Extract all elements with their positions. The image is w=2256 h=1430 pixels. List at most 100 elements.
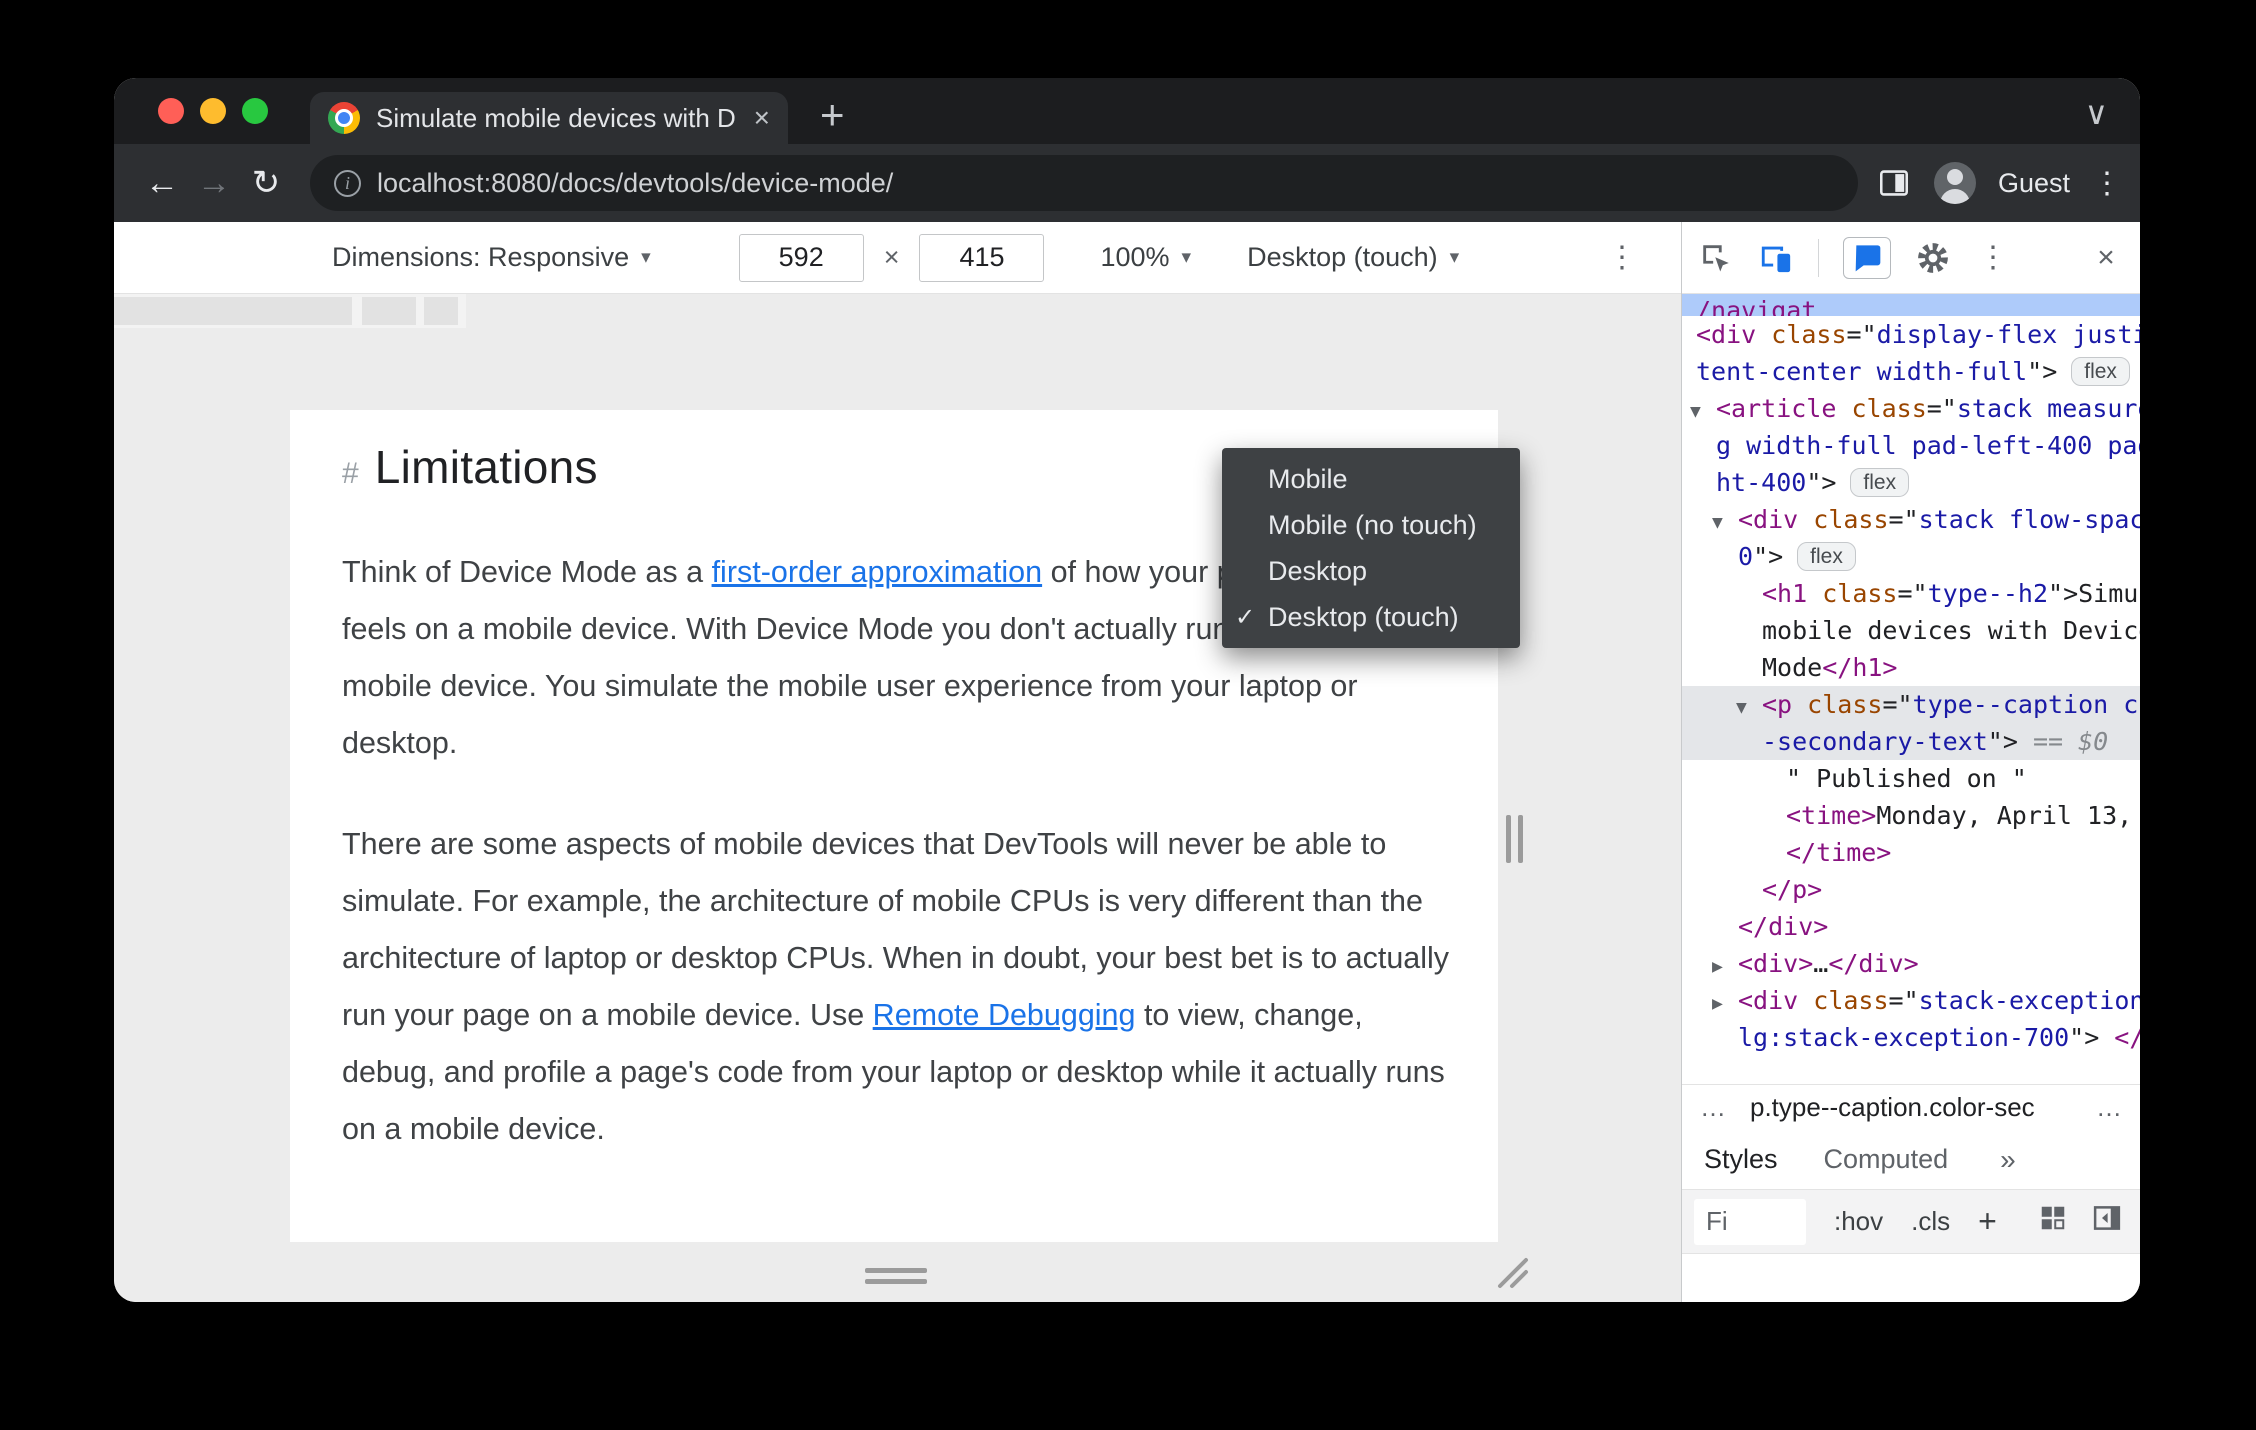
device-toolbar: Dimensions: Responsive ▾ 592 × 415 100% … — [114, 222, 1681, 294]
side-panel-icon[interactable] — [1876, 165, 1912, 201]
expand-arrow-icon[interactable]: ▶ — [1712, 948, 1738, 982]
back-button[interactable]: ← — [136, 164, 188, 203]
flex-badge[interactable]: flex — [1850, 468, 1910, 497]
navigation-bar: ← → ↻ i localhost:8080/docs/devtools/dev… — [114, 144, 2140, 222]
sidebar-tabs: Styles Computed » — [1682, 1130, 2140, 1190]
viewport-resize-handle-bottom[interactable] — [865, 1268, 927, 1284]
breadcrumb-overflow-left[interactable]: … — [1700, 1092, 1726, 1123]
dom-node-line[interactable]: <h1 class="type--h2">Simu — [1682, 575, 2140, 612]
code-token: class — [1822, 579, 1898, 608]
chrome-favicon — [328, 102, 360, 134]
dom-node-line[interactable]: 0"> flex — [1682, 538, 2140, 575]
close-tab-icon[interactable]: × — [754, 102, 770, 134]
tab-search-chevron-icon[interactable]: ∨ — [2085, 94, 2108, 132]
close-window-button[interactable] — [158, 98, 184, 124]
option-label: Mobile — [1268, 463, 1348, 494]
dom-node-line[interactable]: ▶ <div class="stack-exception- — [1682, 982, 2140, 1019]
dom-node-line[interactable]: lg:stack-exception-700"> </ — [1682, 1019, 2140, 1056]
dom-node-line[interactable]: tent-center width-full"> flex — [1682, 353, 2140, 390]
close-devtools-button[interactable]: × — [2088, 240, 2124, 276]
breadcrumb-overflow-right[interactable]: … — [2096, 1092, 2122, 1123]
collapse-arrow-icon[interactable]: ▼ — [1736, 689, 1762, 723]
code-token: lg:stack-exception-700 — [1738, 1023, 2070, 1052]
dom-node-line[interactable]: " Published on " — [1682, 760, 2140, 797]
show-sidebar-icon[interactable] — [2092, 1203, 2122, 1240]
profile-avatar[interactable] — [1933, 162, 1976, 204]
code-token: <div — [1738, 505, 1799, 534]
code-token: =" — [1888, 505, 1919, 534]
page-link[interactable]: Remote Debugging — [873, 998, 1136, 1032]
dom-node-line[interactable]: </time> — [1682, 834, 2140, 871]
heading-anchor-hash[interactable]: # — [342, 457, 359, 491]
console-messages-button[interactable] — [1843, 236, 1891, 279]
height-input[interactable]: 415 — [919, 233, 1045, 282]
device-type-option[interactable]: Mobile — [1222, 456, 1520, 502]
toggle-class-button[interactable]: .cls — [1911, 1206, 1950, 1237]
dom-node-line[interactable]: <div class="display-flex justif — [1682, 316, 2140, 353]
code-token: =" — [1926, 394, 1957, 423]
dom-node-line[interactable]: </div> — [1682, 908, 2140, 945]
ruler-segment — [362, 297, 416, 325]
flex-badge[interactable]: flex — [2071, 357, 2130, 386]
browser-menu-button[interactable]: ⋮ — [2092, 166, 2122, 201]
toolbar-divider — [1818, 238, 1819, 277]
width-input[interactable]: 592 — [738, 233, 864, 282]
dom-node-line[interactable]: Mode</h1> — [1682, 649, 2140, 686]
dom-node-line[interactable]: ▼ <div class="stack flow-spac — [1682, 501, 2140, 538]
address-bar[interactable]: i localhost:8080/docs/devtools/device-mo… — [310, 155, 1858, 211]
viewport-resize-handle-corner[interactable] — [1492, 1252, 1530, 1295]
rendering-grid-icon[interactable] — [2038, 1203, 2068, 1240]
browser-tab[interactable]: Simulate mobile devices with D × — [310, 92, 788, 144]
dom-node-line[interactable]: ▶ <div>…</div> — [1682, 945, 2140, 982]
expand-arrow-icon[interactable]: ▶ — [1712, 985, 1738, 1019]
styles-filter-bar: Fi :hov .cls + — [1682, 1190, 2140, 1254]
collapse-arrow-icon[interactable]: ▼ — [1690, 393, 1716, 427]
dom-breadcrumbs: … p.type--caption.color-sec … — [1682, 1084, 2140, 1130]
breadcrumb-selected[interactable]: p.type--caption.color-sec — [1750, 1092, 2035, 1123]
dom-node-line[interactable]: /navigat — [1682, 294, 2140, 316]
maximize-window-button[interactable] — [242, 98, 268, 124]
viewport-resize-handle-right[interactable] — [1506, 815, 1523, 863]
dom-node-line[interactable]: </p> — [1682, 871, 2140, 908]
zoom-select[interactable]: 100% ▾ — [1100, 242, 1191, 273]
dom-node-line[interactable]: g width-full pad-left-400 pad — [1682, 427, 2140, 464]
device-type-option[interactable]: ✓ Desktop (touch) — [1222, 594, 1520, 640]
device-type-select[interactable]: Desktop (touch) ▾ — [1247, 242, 1459, 273]
checkmark-icon: ✓ — [1234, 603, 1256, 631]
toggle-device-toolbar-icon[interactable] — [1758, 240, 1794, 276]
option-label: Desktop (touch) — [1268, 601, 1459, 632]
site-info-icon[interactable]: i — [334, 169, 361, 197]
inspect-element-icon[interactable] — [1698, 240, 1734, 276]
forward-button[interactable]: → — [188, 164, 240, 203]
styles-filter-input[interactable]: Fi — [1694, 1198, 1806, 1245]
code-token: stack flow-spac — [1918, 505, 2140, 534]
dom-node-line[interactable]: ht-400"> flex — [1682, 464, 2140, 501]
device-toolbar-menu-button[interactable]: ⋮ — [1607, 240, 1637, 275]
collapse-arrow-icon[interactable]: ▼ — [1712, 504, 1738, 538]
dom-node-line[interactable]: -secondary-text"> == $0 — [1682, 723, 2140, 760]
flex-badge[interactable]: flex — [1797, 542, 1856, 571]
reload-button[interactable]: ↻ — [240, 163, 292, 203]
settings-gear-icon[interactable] — [1915, 240, 1951, 276]
minimize-window-button[interactable] — [200, 98, 226, 124]
code-token: <p — [1762, 690, 1793, 719]
device-type-option[interactable]: Mobile (no touch) — [1222, 502, 1520, 548]
new-tab-button[interactable]: + — [820, 94, 845, 136]
new-style-rule-button[interactable]: + — [1978, 1203, 1997, 1240]
dom-node-line[interactable]: ▼ <p class="type--caption co — [1682, 686, 2140, 723]
dom-node-line[interactable]: mobile devices with Device — [1682, 612, 2140, 649]
devtools-menu-button[interactable]: ⋮ — [1975, 240, 2011, 276]
code-token: </h1> — [1822, 653, 1898, 682]
tab-styles[interactable]: Styles — [1704, 1144, 1778, 1175]
device-type-option[interactable]: Desktop — [1222, 548, 1520, 594]
page-link[interactable]: first-order approximation — [712, 555, 1043, 589]
dimensions-label: Dimensions: Responsive — [332, 242, 630, 272]
dom-node-line[interactable]: ▼ <article class="stack measure — [1682, 390, 2140, 427]
tab-computed[interactable]: Computed — [1824, 1144, 1949, 1175]
code-token: </div> — [1738, 912, 1829, 941]
tabs-overflow-chevrons[interactable]: » — [2000, 1144, 2016, 1176]
tab-strip: Simulate mobile devices with D × + ∨ — [114, 78, 2140, 144]
toggle-hover-state-button[interactable]: :hov — [1834, 1206, 1883, 1237]
dom-node-line[interactable]: <time>Monday, April 13, — [1682, 797, 2140, 834]
dimensions-select[interactable]: Dimensions: Responsive ▾ — [332, 242, 651, 273]
